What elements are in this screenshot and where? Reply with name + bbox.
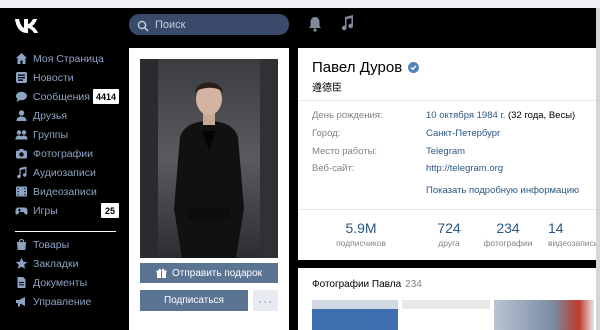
bell-icon[interactable] <box>308 16 322 32</box>
stat-value: 14 <box>548 220 564 236</box>
games-count-badge: 25 <box>101 203 119 218</box>
sidebar-item-label: Документы <box>33 276 88 289</box>
more-actions-button[interactable]: ··· <box>253 290 278 311</box>
stat-photos[interactable]: 234 фотографии <box>473 220 543 248</box>
sidebar-item-label: Новости <box>33 71 74 84</box>
divider <box>298 100 600 101</box>
gamepad-icon <box>15 204 28 217</box>
page-title: Павел Дуров <box>312 59 420 76</box>
vk-logo-icon[interactable] <box>14 16 42 34</box>
photos-count: 234 <box>405 279 422 290</box>
groups-icon <box>15 128 28 141</box>
photo-thumbnail[interactable] <box>494 300 594 330</box>
friends-icon <box>15 109 28 122</box>
top-navigation-bar <box>0 8 600 41</box>
sidebar-item-label: Моя Страница <box>33 52 104 65</box>
birthday-extra: (32 года, Весы) <box>505 110 576 121</box>
sidebar-item-label: Закладки <box>33 257 79 270</box>
stat-label: видеозаписи <box>548 238 599 248</box>
sidebar-item-label: Видеозаписи <box>33 185 97 198</box>
sidebar-item-label: Друзья <box>33 109 68 122</box>
sidebar-item-audio[interactable]: Аудиозаписи <box>0 163 125 182</box>
workplace-label: Место работы: <box>312 146 378 157</box>
search-icon <box>137 19 149 32</box>
sidebar-item-label: Сообщения <box>33 90 90 103</box>
city-link[interactable]: Санкт-Петербург <box>426 128 501 139</box>
star-icon <box>15 257 28 270</box>
verified-icon <box>408 62 420 73</box>
sidebar-item-label: Игры <box>33 204 58 217</box>
photos-header[interactable]: Фотографии Павла 234 <box>312 279 422 290</box>
sidebar-item-goods[interactable]: Товары <box>0 235 125 254</box>
avatar[interactable] <box>140 59 278 258</box>
sidebar: Моя Страница Новости Сообщения 4414 Друз… <box>0 41 125 330</box>
sidebar-item-news[interactable]: Новости <box>0 68 125 87</box>
news-icon <box>15 71 28 84</box>
sidebar-item-friends[interactable]: Друзья <box>0 106 125 125</box>
scrollbar[interactable] <box>596 8 600 330</box>
profile-name: Павел Дуров <box>312 59 403 76</box>
sidebar-item-label: Аудиозаписи <box>33 166 96 179</box>
stat-label: подписчиков <box>336 238 386 248</box>
sidebar-item-my-page[interactable]: Моя Страница <box>0 49 125 68</box>
photos-title: Фотографии Павла <box>312 279 402 290</box>
birthday-value: 10 октября 1984 г. (32 года, Весы) <box>426 110 575 121</box>
send-gift-label: Отправить подарок <box>171 267 262 279</box>
workplace-link[interactable]: Telegram <box>426 146 465 157</box>
profile-status: 遵德臣 <box>312 83 342 94</box>
sidebar-item-photos[interactable]: Фотографии <box>0 144 125 163</box>
messages-icon <box>15 90 28 103</box>
photo-thumbnail[interactable] <box>312 300 398 330</box>
divider <box>298 209 600 210</box>
subscribe-button[interactable]: Подписаться <box>140 290 248 311</box>
profile-info-card: Павел Дуров 遵德臣 День рождения: 10 октябр… <box>298 48 600 260</box>
top-strip <box>0 0 600 8</box>
shop-icon <box>15 238 28 251</box>
music-icon <box>15 166 28 179</box>
messages-count-badge: 4414 <box>92 89 119 104</box>
sidebar-item-documents[interactable]: Документы <box>0 273 125 292</box>
more-dots-icon: ··· <box>258 293 273 308</box>
photo-thumbnail[interactable] <box>402 300 490 330</box>
profile-photo-card: Отправить подарок Подписаться ··· <box>129 48 289 330</box>
stat-value: 5.9M <box>345 220 377 236</box>
home-icon <box>15 52 28 65</box>
send-gift-button[interactable]: Отправить подарок <box>140 263 278 283</box>
sidebar-item-games[interactable]: Игры 25 <box>0 201 125 220</box>
stat-followers[interactable]: 5.9M подписчиков <box>326 220 396 248</box>
sidebar-item-messages[interactable]: Сообщения 4414 <box>0 87 125 106</box>
music-icon[interactable] <box>340 15 354 32</box>
subscribe-label: Подписаться <box>164 295 224 306</box>
megaphone-icon <box>15 295 28 308</box>
camera-icon <box>15 147 28 160</box>
search-box[interactable] <box>129 14 289 35</box>
stat-videos[interactable]: 14 видеозаписи <box>538 220 600 248</box>
sidebar-item-label: Фотографии <box>33 147 94 160</box>
city-label: Город: <box>312 128 341 139</box>
birthday-link[interactable]: 10 октября 1984 г. <box>426 110 505 121</box>
sidebar-item-label: Товары <box>33 238 70 251</box>
website-label: Веб-сайт: <box>312 163 355 174</box>
photos-section: Фотографии Павла 234 <box>298 268 600 330</box>
document-icon <box>15 276 28 289</box>
stat-label: фотографии <box>483 238 533 248</box>
search-input[interactable] <box>155 18 285 31</box>
sidebar-item-label: Группы <box>33 128 68 141</box>
sidebar-item-management[interactable]: Управление <box>0 292 125 311</box>
website-link[interactable]: http://telegram.org <box>426 163 503 174</box>
stat-value: 234 <box>496 220 520 236</box>
sidebar-item-videos[interactable]: Видеозаписи <box>0 182 125 201</box>
sidebar-item-groups[interactable]: Группы <box>0 125 125 144</box>
sidebar-divider <box>15 231 116 232</box>
video-icon <box>15 185 28 198</box>
sidebar-item-bookmarks[interactable]: Закладки <box>0 254 125 273</box>
show-more-info-link[interactable]: Показать подробную информацию <box>426 185 579 196</box>
sidebar-item-label: Управление <box>33 295 92 308</box>
gift-icon <box>156 268 167 278</box>
birthday-label: День рождения: <box>312 110 383 121</box>
